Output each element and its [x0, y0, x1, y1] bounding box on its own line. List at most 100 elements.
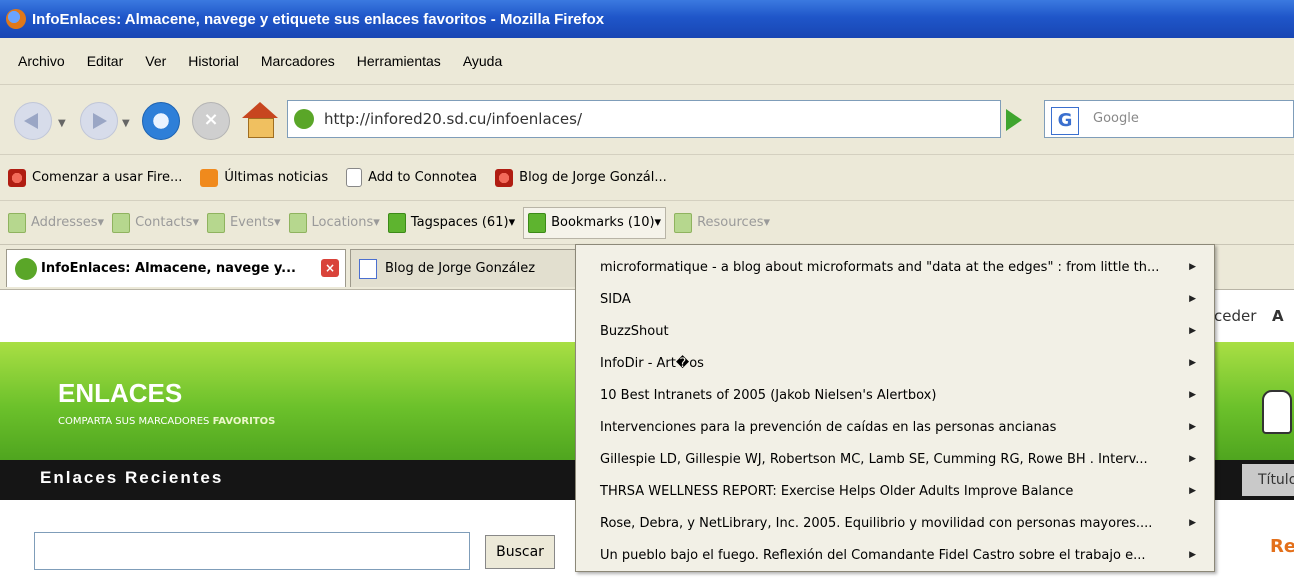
search-button[interactable]: Buscar — [485, 535, 555, 569]
site-logo-tagline: COMPARTA SUS MARCADORES FAVORITOS — [58, 416, 275, 427]
menu-marcadores[interactable]: Marcadores — [261, 53, 335, 69]
menu-item[interactable]: Gillespie LD, Gillespie WJ, Robertson MC… — [576, 443, 1214, 475]
site-logo-title[interactable]: ENLACES — [58, 378, 182, 409]
back-history-dropdown-icon[interactable]: ▼ — [58, 118, 66, 129]
menu-item[interactable]: SIDA ▶ — [576, 283, 1214, 315]
submenu-arrow-icon: ▶ — [1189, 518, 1196, 528]
section-title: Enlaces Recientes — [40, 468, 224, 487]
header-link-partial[interactable]: ceder — [1214, 307, 1256, 325]
tagline-part: COMPARTA SUS MARCADORES — [58, 416, 213, 427]
submenu-arrow-icon: ▶ — [1189, 326, 1196, 336]
submenu-arrow-icon: ▶ — [1189, 454, 1196, 464]
submenu-arrow-icon: ▶ — [1189, 422, 1196, 432]
resources-icon — [674, 212, 693, 233]
bookmark-blog-jorge[interactable]: Blog de Jorge Gonzál... — [495, 168, 667, 187]
operator-events[interactable]: Events ▾ — [206, 212, 281, 233]
home-button[interactable] — [242, 102, 278, 138]
bookmark-latest-news[interactable]: Últimas noticias — [200, 168, 329, 187]
operator-addresses[interactable]: Addresses ▾ — [8, 212, 104, 233]
reload-button[interactable] — [142, 102, 180, 140]
forward-arrow-icon — [93, 113, 107, 129]
menu-archivo[interactable]: Archivo — [18, 53, 65, 69]
tagline-highlight: FAVORITOS — [212, 416, 276, 427]
menu-herramientas[interactable]: Herramientas — [357, 53, 441, 69]
menu-item-label: microformatique - a blog about microform… — [600, 259, 1160, 275]
menu-ver[interactable]: Ver — [145, 53, 166, 69]
bookmarks-toolbar: Comenzar a usar Fire... Últimas noticias… — [0, 154, 1294, 200]
operator-label: Locations — [311, 215, 374, 230]
bookmark-getting-started[interactable]: Comenzar a usar Fire... — [8, 168, 183, 187]
submenu-arrow-icon: ▶ — [1189, 262, 1196, 272]
stop-button[interactable]: × — [192, 102, 230, 140]
menu-item-label: InfoDir - Art�os — [600, 355, 704, 371]
address-bar[interactable]: http://infored20.sd.cu/infoenlaces/ ▼ — [287, 100, 1280, 138]
menu-ayuda[interactable]: Ayuda — [463, 53, 502, 69]
submenu-arrow-icon: ▶ — [1189, 294, 1196, 304]
operator-tagspaces[interactable]: Tagspaces (61) ▾ — [387, 212, 515, 233]
menu-editar[interactable]: Editar — [87, 53, 124, 69]
operator-resources[interactable]: Resources ▾ — [674, 212, 770, 233]
menu-item[interactable]: THRSA WELLNESS REPORT: Exercise Helps Ol… — [576, 475, 1214, 507]
menu-item-label: BuzzShout — [600, 323, 669, 339]
google-engine-icon[interactable]: G — [1051, 107, 1079, 135]
operator-toolbar: Addresses ▾ Contacts ▾ Events ▾ Locations ▾ … — [0, 200, 1294, 244]
operator-contacts[interactable]: Contacts ▾ — [112, 212, 199, 233]
operator-label: Events — [229, 215, 274, 230]
back-button[interactable] — [14, 102, 52, 140]
firefox-bookmark-icon — [8, 168, 26, 187]
menu-historial[interactable]: Historial — [188, 53, 239, 69]
forward-button[interactable] — [80, 102, 118, 140]
rss-icon — [200, 168, 219, 187]
blog-favicon-icon — [359, 258, 377, 279]
firefox-bookmark-icon — [495, 168, 514, 187]
operator-bookmarks[interactable]: Bookmarks (10) ▾ — [523, 206, 667, 239]
firefox-logo-icon — [6, 9, 26, 29]
operator-label: Resources — [697, 215, 764, 230]
operator-label: Tagspaces (61) — [410, 215, 509, 230]
contacts-icon — [112, 212, 131, 233]
menu-item-label: Intervenciones para la prevención de caí… — [600, 419, 1057, 435]
operator-locations[interactable]: Locations ▾ — [288, 212, 380, 233]
site-favicon-icon — [294, 109, 314, 129]
window-title-bar: InfoEnlaces: Almacene, navege y etiquete… — [0, 0, 1294, 38]
menu-item[interactable]: Intervenciones para la prevención de caí… — [576, 411, 1214, 443]
menu-item-label: Gillespie LD, Gillespie WJ, Robertson MC… — [600, 451, 1148, 467]
tab-infoenlaces[interactable]: InfoEnlaces: Almacene, navege y... × — [6, 249, 346, 287]
menu-item[interactable]: Rose, Debra, y NetLibrary, Inc. 2005. Eq… — [576, 507, 1214, 539]
header-link-partial-2[interactable]: A — [1272, 307, 1284, 325]
bookmark-label: Comenzar a usar Fire... — [32, 170, 183, 185]
menu-item[interactable]: microformatique - a blog about microform… — [576, 251, 1214, 283]
bookmarks-icon — [528, 212, 547, 233]
menu-item-label: THRSA WELLNESS REPORT: Exercise Helps Ol… — [600, 483, 1074, 499]
submenu-arrow-icon: ▶ — [1189, 550, 1196, 560]
window-title: InfoEnlaces: Almacene, navege y etiquete… — [32, 10, 605, 28]
menu-item-label: Un pueblo bajo el fuego. Reflexión del C… — [600, 547, 1146, 563]
navigation-toolbar: ▼ ▼ × http://infored20.sd.cu/infoenlaces… — [0, 84, 1294, 154]
bookmark-add-to-connotea[interactable]: Add to Connotea — [346, 168, 477, 187]
submenu-arrow-icon: ▶ — [1189, 358, 1196, 368]
tab-label: InfoEnlaces: Almacene, navege y... — [41, 261, 296, 276]
menu-item-label: SIDA — [600, 291, 631, 307]
menu-item-label: 10 Best Intranets of 2005 (Jakob Nielsen… — [600, 387, 937, 403]
site-search-input[interactable] — [34, 532, 470, 570]
site-favicon-icon — [15, 257, 37, 280]
menu-item[interactable]: Un pueblo bajo el fuego. Reflexión del C… — [576, 539, 1214, 571]
menu-item[interactable]: 10 Best Intranets of 2005 (Jakob Nielsen… — [576, 379, 1214, 411]
url-text[interactable]: http://infored20.sd.cu/infoenlaces/ — [324, 110, 582, 128]
operator-label: Contacts — [135, 215, 193, 230]
tab-blog-jorge[interactable]: Blog de Jorge González — [350, 249, 576, 287]
menu-item[interactable]: InfoDir - Art�os ▶ — [576, 347, 1214, 379]
home-icon-wall — [248, 118, 274, 138]
bookmarks-dropdown-menu: microformatique - a blog about microform… — [575, 244, 1215, 572]
search-placeholder[interactable]: Google — [1093, 111, 1139, 126]
go-arrow-icon[interactable] — [1006, 109, 1022, 131]
menu-bar: Archivo Editar Ver Historial Marcadores … — [0, 38, 1294, 84]
tab-label: Blog de Jorge González — [385, 261, 536, 276]
bookmark-label: Últimas noticias — [224, 170, 329, 185]
search-box[interactable]: G Google — [1044, 100, 1294, 138]
title-sort-tab[interactable]: Título — [1242, 464, 1294, 496]
forward-history-dropdown-icon[interactable]: ▼ — [122, 118, 130, 129]
menu-item[interactable]: BuzzShout ▶ — [576, 315, 1214, 347]
close-tab-icon[interactable]: × — [321, 259, 339, 277]
right-column-heading-partial: Re — [1270, 536, 1294, 557]
